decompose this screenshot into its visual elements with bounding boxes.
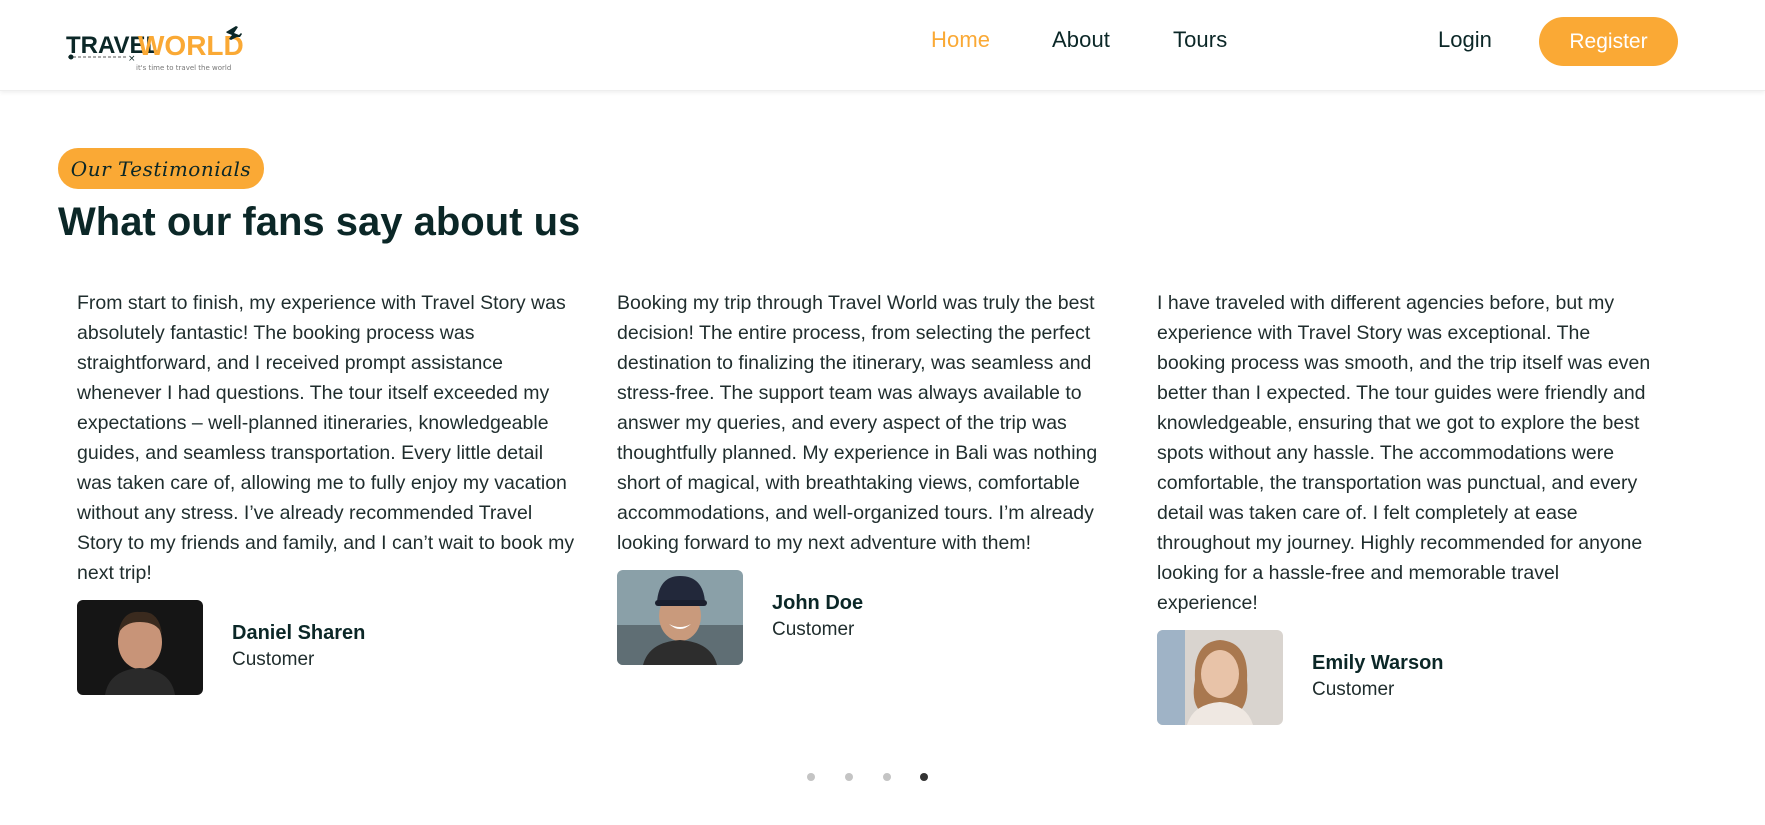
nav-home[interactable]: Home: [931, 27, 990, 53]
testimonial-text: Booking my trip through Travel World was…: [617, 292, 1098, 554]
author-name: Emily Warson: [1312, 652, 1444, 674]
avatar: [77, 600, 203, 695]
carousel-dot[interactable]: [807, 773, 815, 781]
section-subtitle-badge: Our Testimonials: [58, 148, 264, 189]
register-button[interactable]: Register: [1539, 17, 1678, 66]
author-role: Customer: [1312, 679, 1395, 700]
testimonial-author: John Doe Customer: [617, 570, 1117, 666]
author-role: Customer: [232, 649, 315, 670]
site-header: TRAVEL WORLD × it's time to travel the w…: [0, 0, 1765, 91]
testimonial-author: Emily Warson Customer: [1157, 630, 1657, 726]
testimonial-author: Daniel Sharen Customer: [77, 600, 577, 696]
carousel-dot[interactable]: [920, 773, 928, 781]
testimonial-card: From start to finish, my experience with…: [77, 288, 577, 696]
author-name: John Doe: [772, 592, 864, 614]
section-subtitle: Our Testimonials: [70, 156, 252, 181]
avatar: [1157, 630, 1283, 725]
testimonial-text: I have traveled with different agencies …: [1157, 292, 1651, 614]
testimonial-card: Booking my trip through Travel World was…: [617, 288, 1117, 666]
login-button[interactable]: Login: [1438, 27, 1492, 53]
carousel-dot[interactable]: [845, 773, 853, 781]
section-title: What our fans say about us: [58, 200, 581, 244]
author-role: Customer: [772, 619, 855, 640]
carousel-dots: [0, 773, 1765, 783]
testimonial-card: I have traveled with different agencies …: [1157, 288, 1657, 726]
author-name: Daniel Sharen: [232, 622, 366, 644]
carousel-dot[interactable]: [883, 773, 891, 781]
testimonial-text: From start to finish, my experience with…: [77, 292, 575, 584]
avatar: [617, 570, 743, 665]
main-nav: Home About Tours: [0, 0, 1765, 86]
nav-about[interactable]: About: [1052, 27, 1110, 53]
nav-tours[interactable]: Tours: [1173, 27, 1227, 53]
